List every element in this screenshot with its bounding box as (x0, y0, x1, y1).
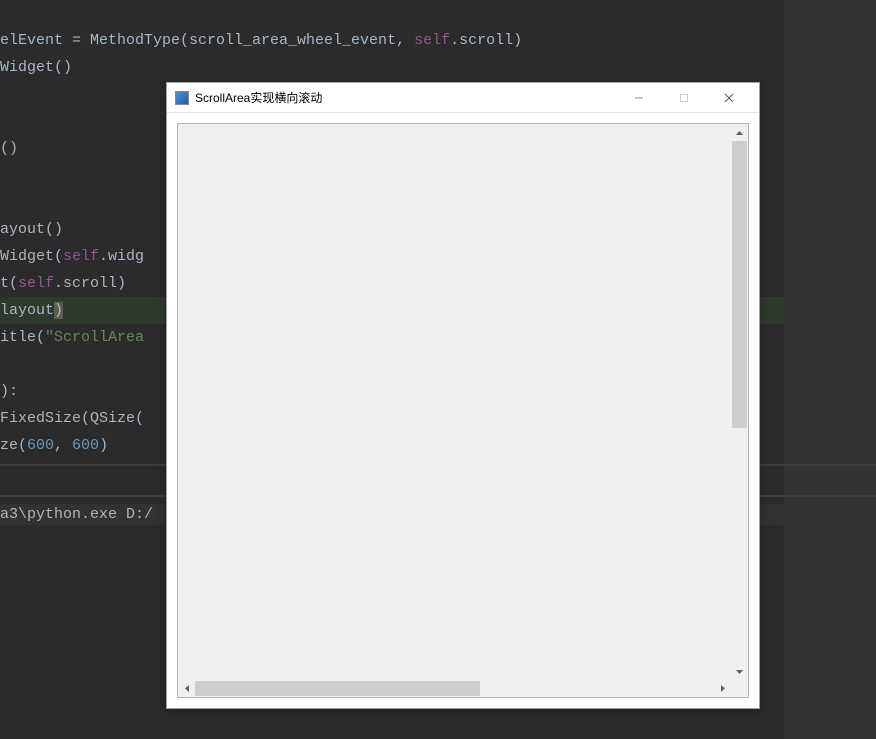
window-title: ScrollArea实现横向滚动 (195, 89, 616, 106)
minimize-button[interactable] (616, 84, 661, 112)
vertical-scrollbar[interactable] (731, 124, 748, 680)
app-window: ScrollArea实现横向滚动 (166, 82, 760, 709)
code-line: itle("ScrollArea (0, 329, 144, 346)
app-icon (175, 91, 189, 105)
code-line: elEvent = MethodType(scroll_area_wheel_e… (0, 32, 522, 49)
horizontal-scrollbar[interactable] (178, 680, 731, 697)
code-line: ze(600, 600) (0, 437, 108, 454)
vertical-scroll-track[interactable] (731, 141, 748, 663)
editor-minimap-strip (784, 0, 876, 739)
code-line: () (0, 140, 18, 157)
maximize-button[interactable] (661, 84, 706, 112)
horizontal-scroll-thumb[interactable] (195, 681, 480, 696)
horizontal-scroll-track[interactable] (195, 680, 714, 697)
scroll-down-arrow-icon[interactable] (731, 663, 748, 680)
client-area (167, 113, 759, 708)
scroll-content[interactable] (178, 124, 731, 680)
vertical-scroll-thumb[interactable] (732, 141, 747, 428)
scroll-corner (731, 680, 748, 697)
close-button[interactable] (706, 84, 751, 112)
scroll-up-arrow-icon[interactable] (731, 124, 748, 141)
window-controls (616, 84, 751, 112)
code-line: t(self.scroll) (0, 275, 126, 292)
scroll-left-arrow-icon[interactable] (178, 680, 195, 697)
code-line: Widget() (0, 59, 72, 76)
code-line: Widget(self.widg (0, 248, 144, 265)
title-bar[interactable]: ScrollArea实现横向滚动 (167, 83, 759, 113)
code-line: ): (0, 383, 18, 400)
scroll-area (177, 123, 749, 698)
scroll-right-arrow-icon[interactable] (714, 680, 731, 697)
code-line: ayout() (0, 221, 63, 238)
code-line: FixedSize(QSize( (0, 410, 144, 427)
